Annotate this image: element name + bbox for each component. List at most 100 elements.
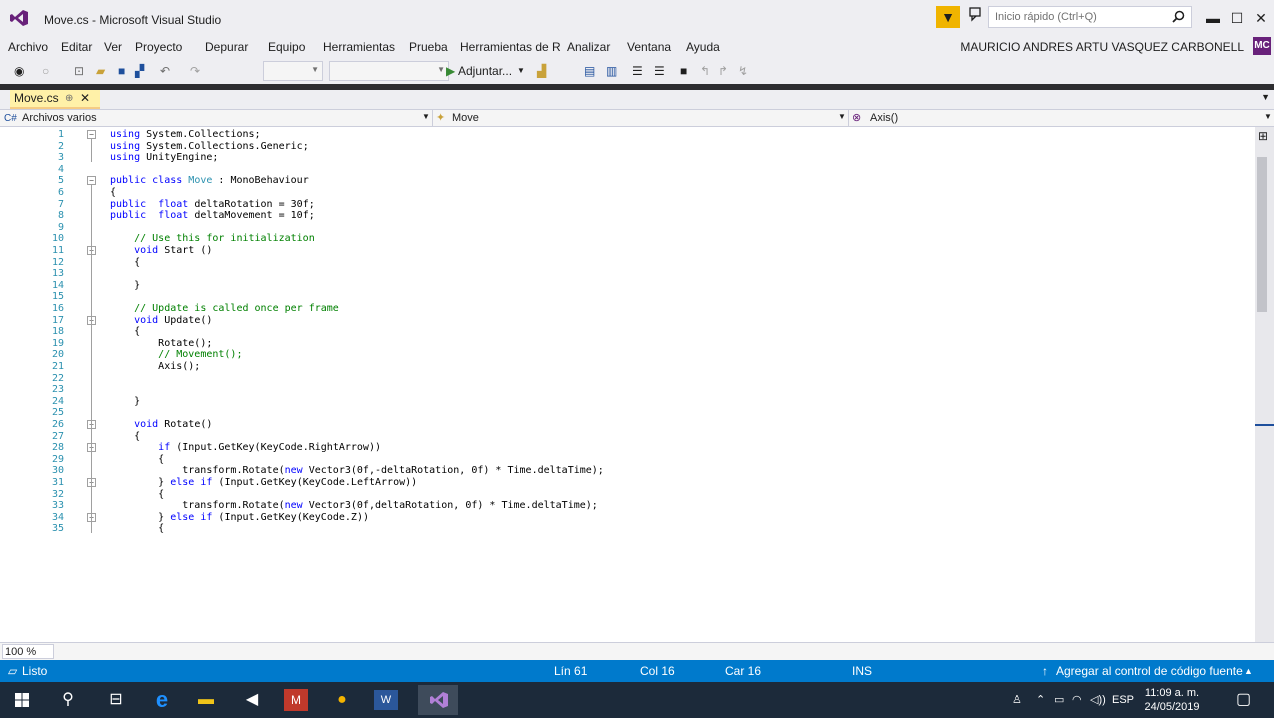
menu-editar[interactable]: Editar	[61, 40, 92, 54]
menu-ayuda[interactable]: Ayuda	[686, 40, 720, 54]
tab-list-dropdown-icon[interactable]: ▼	[1261, 92, 1270, 102]
code-line[interactable]: 20 // Movement();	[0, 349, 1255, 361]
code-line[interactable]: 18 {	[0, 326, 1255, 338]
attach-dropdown-icon[interactable]: ▼	[517, 62, 525, 80]
code-line[interactable]: 4	[0, 164, 1255, 176]
code-line[interactable]: 31− } else if (Input.GetKey(KeyCode.Left…	[0, 477, 1255, 489]
network-icon[interactable]: ◠	[1072, 682, 1082, 718]
windows-start-icon[interactable]	[10, 688, 34, 712]
people-icon[interactable]: ♙	[1012, 682, 1022, 718]
edge-browser-icon[interactable]: e	[150, 688, 174, 712]
browser-link-icon[interactable]: ▟	[537, 62, 546, 80]
split-window-icon[interactable]: ⊞	[1258, 129, 1268, 143]
next-bookmark-icon[interactable]: ↱	[718, 62, 728, 80]
clock[interactable]: 11:09 a. m. 24/05/2019	[1140, 682, 1204, 718]
code-line[interactable]: 34− } else if (Input.GetKey(KeyCode.Z))	[0, 512, 1255, 524]
battery-icon[interactable]: ▭	[1054, 682, 1064, 718]
code-line[interactable]: 19 Rotate();	[0, 338, 1255, 350]
scrollbar-thumb[interactable]	[1257, 157, 1267, 312]
menu-ver[interactable]: Ver	[104, 40, 122, 54]
menu-proyecto[interactable]: Proyecto	[135, 40, 182, 54]
back-icon[interactable]: ◉	[14, 62, 24, 80]
unity-icon[interactable]: ◀	[240, 688, 264, 712]
horizontal-scrollbar[interactable]: 100 % ▼	[0, 642, 1274, 672]
code-line[interactable]: 12 {	[0, 257, 1255, 269]
type-dropdown[interactable]: Move	[452, 111, 479, 126]
source-control-button[interactable]: Agregar al control de código fuente	[1056, 660, 1243, 682]
code-line[interactable]: 35 {	[0, 523, 1255, 535]
clear-bookmarks-icon[interactable]: ↯	[738, 62, 748, 80]
word-icon[interactable]: W	[374, 690, 398, 710]
notifications-filter-icon[interactable]: ▼	[936, 6, 960, 28]
volume-icon[interactable]: ◁))	[1090, 682, 1106, 718]
user-name[interactable]: MAURICIO ANDRES ARTU VASQUEZ CARBONELL	[960, 40, 1244, 54]
navigate-icon[interactable]: ▤	[584, 62, 595, 80]
attach-button[interactable]: Adjuntar...	[458, 62, 512, 80]
visual-studio-taskbar-icon[interactable]	[418, 685, 458, 715]
menu-archivo[interactable]: Archivo	[8, 40, 48, 54]
menu-herramientas[interactable]: Herramientas	[323, 40, 395, 54]
code-line[interactable]: 25	[0, 407, 1255, 419]
code-editor[interactable]: 1 − using System.Collections; 2 using System…	[0, 127, 1255, 642]
code-line[interactable]: 23	[0, 384, 1255, 396]
collapse-region-icon[interactable]: −	[87, 176, 96, 186]
code-line[interactable]: 2 using System.Collections.Generic;	[0, 141, 1255, 153]
menu-equipo[interactable]: Equipo	[268, 40, 305, 54]
save-icon[interactable]: ■	[118, 62, 125, 80]
code-line[interactable]: 13	[0, 268, 1255, 280]
project-dropdown-icon[interactable]: ▼	[422, 112, 430, 121]
avatar[interactable]: MC	[1253, 37, 1271, 55]
uncomment-icon[interactable]: ☰	[654, 62, 665, 80]
attach-play-icon[interactable]: ▶	[446, 62, 455, 80]
code-line[interactable]: 30 transform.Rotate(new Vector3(0f,-delt…	[0, 465, 1255, 477]
code-line[interactable]: 7 public float deltaRotation = 30f;	[0, 199, 1255, 211]
menu-herramientas-de-r[interactable]: Herramientas de R	[460, 40, 561, 54]
file-explorer-icon[interactable]: ▬	[194, 688, 218, 712]
code-line[interactable]: 1 − using System.Collections;	[0, 129, 1255, 141]
code-line[interactable]: 8 public float deltaMovement = 10f;	[0, 210, 1255, 222]
redo-icon[interactable]: ↷	[190, 62, 200, 80]
code-line[interactable]: 6{	[0, 187, 1255, 199]
type-dropdown-icon[interactable]: ▼	[838, 112, 846, 121]
code-line[interactable]: 5 − public class Move : MonoBehaviour	[0, 175, 1255, 187]
pin-icon[interactable]: ⊕	[65, 90, 73, 107]
show-hidden-icons-chevron[interactable]: ⌃	[1036, 682, 1045, 718]
zoom-select[interactable]: 100 % ▼	[2, 644, 54, 672]
code-line[interactable]: 26− void Rotate()	[0, 419, 1255, 431]
chrome-icon[interactable]: ●	[330, 688, 354, 712]
code-line[interactable]: 24 }	[0, 396, 1255, 408]
menu-depurar[interactable]: Depurar	[205, 40, 248, 54]
search-icon[interactable]: ⚲	[56, 688, 80, 712]
code-line[interactable]: 11− void Start ()	[0, 245, 1255, 257]
quick-launch-input[interactable]: Inicio rápido (Ctrl+Q)	[988, 6, 1192, 28]
save-all-icon[interactable]: ▞	[135, 62, 144, 80]
code-line[interactable]: 15	[0, 291, 1255, 303]
undo-icon[interactable]: ↶	[160, 62, 170, 80]
menu-prueba[interactable]: Prueba	[409, 40, 448, 54]
code-line[interactable]: 32 {	[0, 489, 1255, 501]
action-center-icon[interactable]: ▢	[1236, 682, 1251, 718]
tab-move-cs[interactable]: Move.cs ⊕ ✕	[10, 90, 100, 109]
code-line[interactable]: 17− void Update()	[0, 315, 1255, 327]
open-file-icon[interactable]: ▰	[96, 62, 105, 80]
solution-platform-select[interactable]: ▼	[329, 61, 449, 81]
bookmark-list-icon[interactable]: ▥	[606, 62, 617, 80]
project-dropdown[interactable]: Archivos varios	[22, 111, 97, 126]
feedback-icon[interactable]	[968, 6, 984, 22]
code-line[interactable]: 9	[0, 222, 1255, 234]
code-line[interactable]: 22	[0, 373, 1255, 385]
member-dropdown-icon[interactable]: ▼	[1264, 112, 1272, 121]
task-view-icon[interactable]: ⊟	[104, 688, 128, 712]
solution-config-select[interactable]: ▼	[263, 61, 323, 81]
menu-analizar[interactable]: Analizar	[567, 40, 610, 54]
code-line[interactable]: 29 {	[0, 454, 1255, 466]
code-line[interactable]: 27 {	[0, 431, 1255, 443]
close-tab-icon[interactable]: ✕	[80, 90, 90, 107]
member-dropdown[interactable]: Axis()	[870, 111, 898, 126]
bookmark-icon[interactable]: ■	[680, 62, 687, 80]
menu-ventana[interactable]: Ventana	[627, 40, 671, 54]
forward-icon[interactable]: ○	[42, 62, 49, 80]
comment-icon[interactable]: ☰	[632, 62, 643, 80]
close-button[interactable]: ✕	[1246, 8, 1274, 28]
app-icon-red[interactable]: M	[284, 689, 308, 711]
